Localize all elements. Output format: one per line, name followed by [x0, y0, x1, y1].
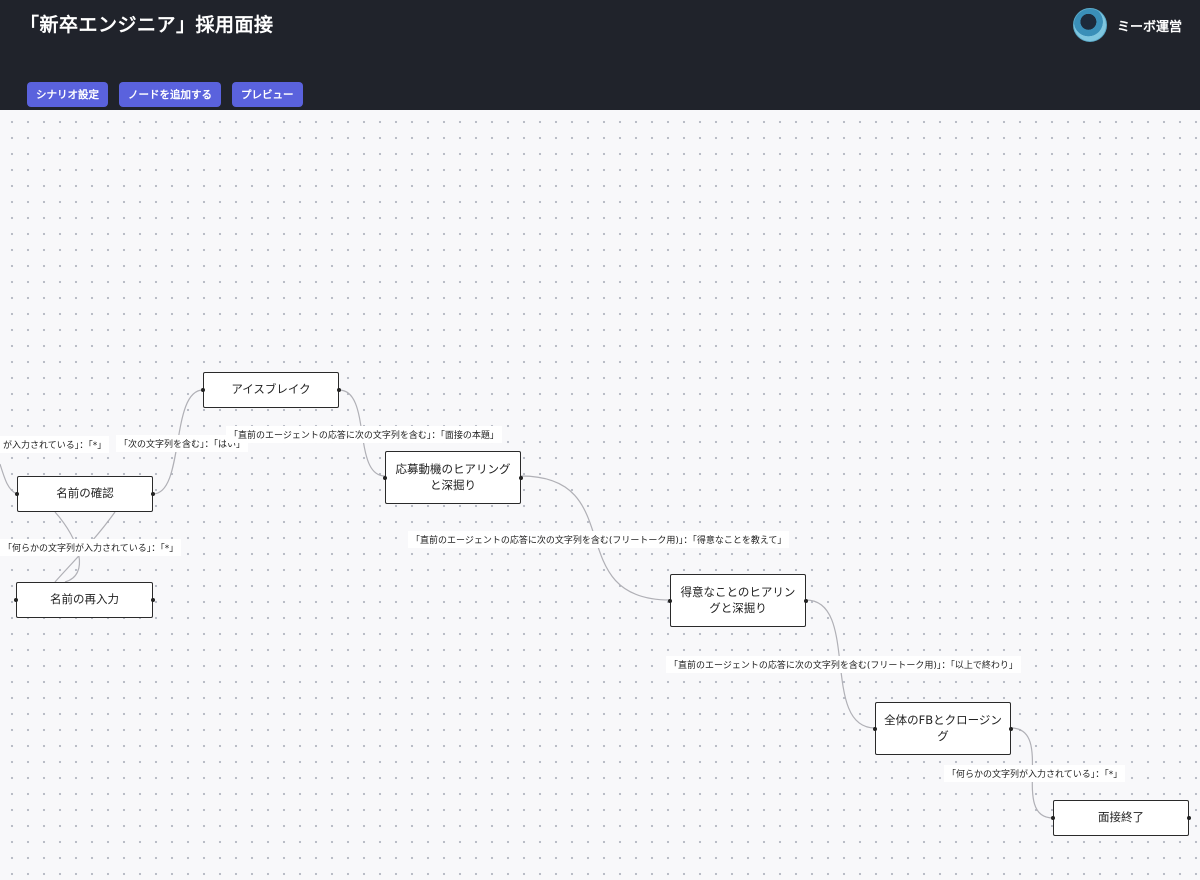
node-label: 名前の再入力 [50, 592, 119, 607]
node-end[interactable]: 面接終了 [1051, 800, 1191, 836]
user-menu[interactable]: ミーボ運営 [1072, 8, 1182, 42]
edge-label-to-end[interactable]: 「何らかの文字列が入力されている」：「*」 [944, 765, 1126, 782]
edge-label-to-name-reenter[interactable]: 「何らかの文字列が入力されている」：「*」 [0, 539, 182, 556]
output-handle[interactable] [804, 598, 808, 603]
node-feedback[interactable]: 全体のFBとクロージング [873, 702, 1013, 755]
input-handle[interactable] [201, 388, 205, 392]
page-title: 「新卒エンジニア」採用面接 [20, 14, 274, 36]
output-handle[interactable] [337, 388, 341, 392]
edge-label-to-strengths[interactable]: 「直前のエージェントの応答に次の文字列を含む(フリートーク用)」：「得意なことを… [408, 531, 790, 548]
avatar[interactable] [1072, 8, 1107, 42]
node-label: 名前の確認 [56, 486, 114, 501]
node-name-reenter[interactable]: 名前の再入力 [14, 582, 155, 618]
node-label: 全体のFBとクロージング [884, 712, 1002, 743]
input-handle[interactable] [383, 475, 387, 480]
scenario-settings-button[interactable]: シナリオ設定 [27, 82, 108, 107]
node-icebreak[interactable]: アイスブレイク [201, 372, 341, 408]
node-label: 応募動機のヒアリングと深掘り [395, 461, 511, 492]
output-handle[interactable] [151, 492, 155, 496]
input-handle[interactable] [1051, 816, 1055, 820]
node-label: 得意なことのヒアリングと深掘り [680, 584, 796, 615]
output-handle[interactable] [1187, 816, 1191, 820]
add-node-button[interactable]: ノードを追加する [119, 82, 221, 107]
edge-to-name-confirm [0, 463, 18, 495]
output-handle[interactable] [151, 598, 155, 602]
preview-button[interactable]: プレビュー [232, 82, 303, 107]
node-motivation[interactable]: 応募動機のヒアリングと深掘り [383, 451, 523, 504]
node-label: アイスブレイク [231, 382, 311, 397]
app-header: 「新卒エンジニア」採用面接 ミーボ運営 シナリオ設定 ノードを追加する プレビュ… [0, 0, 1200, 110]
edge-label-to-feedback[interactable]: 「直前のエージェントの応答に次の文字列を含む(フリートーク用)」：「以上で終わり… [666, 656, 1021, 673]
output-handle[interactable] [1009, 726, 1013, 731]
node-strengths[interactable]: 得意なことのヒアリングと深掘り [668, 574, 808, 627]
input-handle[interactable] [873, 726, 877, 731]
input-handle[interactable] [14, 598, 18, 602]
toolbar: シナリオ設定 ノードを追加する プレビュー [27, 82, 303, 107]
flow-canvas[interactable]: 名前の確認 名前の再入力 アイスブレイク 応募動機のヒアリングと深掘り 得意なこ… [0, 110, 1200, 880]
output-handle[interactable] [519, 475, 523, 480]
input-handle[interactable] [15, 492, 19, 496]
edge-label-to-motivation[interactable]: 「直前のエージェントの応答に次の文字列を含む」：「面接の本題」 [226, 426, 502, 443]
edge-label-to-name-confirm[interactable]: が入力されている」：「*」 [0, 436, 110, 453]
node-label: 面接終了 [1098, 810, 1144, 825]
input-handle[interactable] [668, 598, 672, 603]
user-name: ミーボ運営 [1116, 19, 1182, 35]
node-name-confirm[interactable]: 名前の確認 [15, 476, 155, 512]
